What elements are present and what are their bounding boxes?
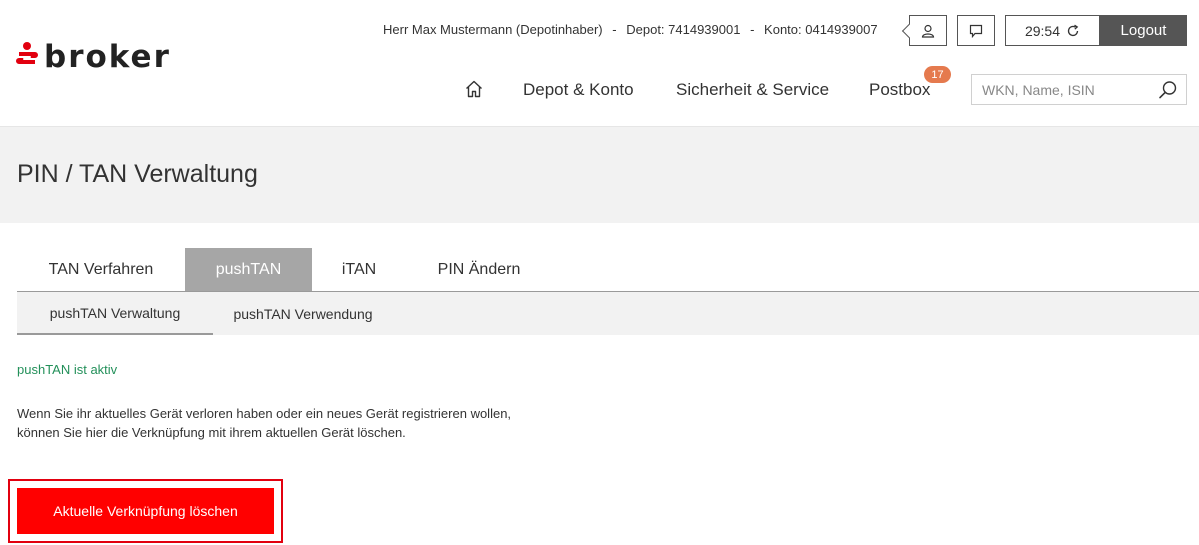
search-box — [971, 74, 1187, 105]
messages-button[interactable] — [957, 15, 995, 46]
tab-pin-aendern[interactable]: PIN Ändern — [406, 248, 552, 291]
pushtan-status: pushTAN ist aktiv — [17, 362, 118, 377]
user-name: Herr Max Mustermann (Depotinhaber) — [383, 22, 603, 37]
session-timer-value: 29:54 — [1024, 22, 1061, 39]
sub-tabs: pushTAN Verwaltung pushTAN Verwendung — [17, 292, 1199, 335]
chat-bubble-icon — [969, 24, 983, 38]
nav-item-sicherheit-service[interactable]: Sicherheit & Service — [676, 80, 829, 100]
subtab-pushtan-verwendung[interactable]: pushTAN Verwendung — [213, 292, 393, 335]
header: broker Herr Max Mustermann (Depotinhaber… — [0, 0, 1199, 127]
session-timer[interactable]: 29:54 — [1005, 15, 1100, 46]
search-icon[interactable] — [1158, 80, 1178, 100]
search-input[interactable] — [972, 75, 1152, 104]
description-text: Wenn Sie ihr aktuelles Gerät verloren ha… — [17, 404, 577, 442]
sparkasse-logo-icon — [16, 42, 38, 72]
account-info: Herr Max Mustermann (Depotinhaber) - Dep… — [383, 22, 878, 37]
main-tabs: TAN Verfahren pushTAN iTAN PIN Ändern — [17, 248, 1199, 292]
nav-item-postbox[interactable]: Postbox — [869, 80, 930, 100]
sparkasse-broker-logo[interactable]: broker — [16, 39, 171, 75]
tab-itan[interactable]: iTAN — [312, 248, 406, 291]
depot-number: Depot: 7414939001 — [626, 22, 741, 37]
logo-text: broker — [44, 39, 171, 75]
subtab-pushtan-verwaltung[interactable]: pushTAN Verwaltung — [17, 292, 213, 335]
refresh-icon[interactable] — [1066, 24, 1080, 38]
home-icon[interactable] — [464, 79, 484, 99]
user-icon — [921, 24, 935, 38]
nav-item-depot-konto[interactable]: Depot & Konto — [523, 80, 634, 100]
postbox-unread-badge: 17 — [924, 66, 951, 83]
delete-link-button[interactable]: Aktuelle Verknüpfung löschen — [17, 488, 274, 534]
separator: - — [750, 22, 755, 37]
page-title: PIN / TAN Verwaltung — [17, 160, 258, 188]
konto-number: Konto: 0414939007 — [764, 22, 878, 37]
logout-button[interactable]: Logout — [1100, 15, 1187, 46]
tab-tan-verfahren[interactable]: TAN Verfahren — [17, 248, 185, 291]
description-line: können Sie hier die Verknüpfung mit ihre… — [17, 425, 406, 440]
profile-button[interactable] — [909, 15, 947, 46]
tab-pushtan[interactable]: pushTAN — [185, 248, 312, 291]
page-title-band: PIN / TAN Verwaltung — [0, 127, 1199, 223]
separator: - — [612, 22, 617, 37]
description-line: Wenn Sie ihr aktuelles Gerät verloren ha… — [17, 406, 512, 421]
